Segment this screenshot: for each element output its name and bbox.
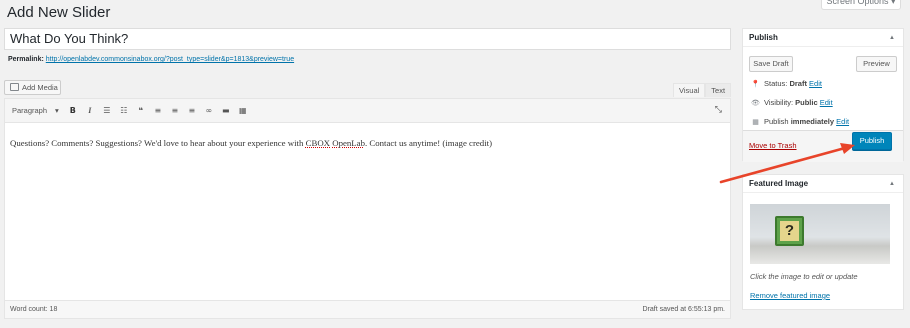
schedule-row: ▦ Publish immediately Edit (751, 117, 849, 126)
content-spellcheck-word: CBOX (305, 138, 331, 148)
editor-content[interactable]: Questions? Comments? Suggestions? We'd l… (5, 123, 730, 148)
status-value: Draft (789, 79, 807, 88)
content-text: . Contact us anytime! (image credit) (364, 138, 493, 148)
word-count: Word count: 18 (10, 306, 58, 313)
add-media-button[interactable]: Add Media (4, 80, 61, 95)
visibility-row: 👁 Visibility: Public Edit (751, 98, 833, 107)
question-cube-image: ? (775, 216, 804, 246)
align-right-icon[interactable]: ≡ (186, 105, 198, 117)
align-center-icon[interactable]: ≡ (169, 105, 181, 117)
align-left-icon[interactable]: ≡ (152, 105, 164, 117)
post-title-input[interactable]: What Do You Think? (4, 28, 731, 50)
tab-visual[interactable]: Visual (673, 83, 706, 97)
publish-box-title: Publish (749, 33, 778, 42)
calendar-icon: ▦ (752, 118, 759, 126)
bold-icon[interactable]: B (67, 105, 79, 117)
bullet-list-icon[interactable]: ☰ (101, 105, 113, 117)
editor-toolbar: Paragraph ▾ B I ☰ ☷ ❝ ≡ ≡ ≡ ∞ ▬ ▦ ⤡ (5, 99, 730, 123)
visibility-label: Visibility: (764, 98, 796, 107)
edit-status-link[interactable]: Edit (809, 79, 822, 88)
publish-box: Publish ▲ Save Draft Preview 📍 Status: Dr… (742, 28, 904, 162)
page: Add New Slider Screen Options ▾ What Do … (0, 0, 910, 328)
chevron-down-icon: ▾ (55, 105, 59, 115)
content-text: Questions? Comments? Suggestions? We'd l… (10, 138, 306, 148)
status-row: 📍 Status: Draft Edit (751, 79, 822, 88)
featured-image-title: Featured Image (749, 179, 809, 188)
featured-image-header[interactable]: Featured Image ▲ (743, 175, 903, 193)
editor-statusbar: Word count: 18 Draft saved at 6:55:13 pm… (5, 300, 730, 318)
editor-tabs: Visual Text (673, 83, 732, 97)
schedule-label: Publish (764, 117, 791, 126)
edit-schedule-link[interactable]: Edit (836, 117, 849, 126)
eye-icon: 👁 (751, 99, 760, 107)
numbered-list-icon[interactable]: ☷ (118, 105, 130, 117)
publish-box-header[interactable]: Publish ▲ (743, 29, 903, 47)
pin-icon: 📍 (751, 80, 760, 88)
read-more-icon[interactable]: ▬ (220, 105, 232, 117)
link-icon[interactable]: ∞ (203, 105, 215, 117)
format-select[interactable]: Paragraph ▾ (9, 105, 62, 117)
blockquote-icon[interactable]: ❝ (135, 105, 147, 117)
featured-image-thumbnail[interactable]: ? (750, 204, 890, 264)
collapse-toggle-icon[interactable]: ▲ (889, 175, 895, 193)
status-label: Status: (764, 79, 790, 88)
move-to-trash-link[interactable]: Move to Trash (749, 141, 797, 150)
collapse-toggle-icon[interactable]: ▲ (889, 29, 895, 47)
add-media-label: Add Media (22, 83, 58, 92)
featured-image-box: Featured Image ▲ ? Click the image to edi… (742, 174, 904, 310)
edit-visibility-link[interactable]: Edit (820, 98, 833, 107)
media-icon (10, 83, 19, 92)
content-editor: Paragraph ▾ B I ☰ ☷ ❝ ≡ ≡ ≡ ∞ ▬ ▦ ⤡ Quest… (4, 98, 731, 319)
visibility-value: Public (795, 98, 818, 107)
featured-image-caption: Click the image to edit or update (750, 272, 858, 281)
permalink: Permalink: http://openlabdev.commonsinab… (8, 56, 294, 63)
content-spellcheck-word: OpenLab (332, 138, 365, 148)
screen-options-button[interactable]: Screen Options ▾ (821, 0, 901, 10)
permalink-link[interactable]: http://openlabdev.commonsinabox.org/?pos… (46, 56, 294, 63)
toolbar-toggle-icon[interactable]: ▦ (237, 105, 249, 117)
permalink-label: Permalink: (8, 56, 44, 63)
fullscreen-icon[interactable]: ⤡ (715, 104, 722, 115)
schedule-value: immediately (790, 117, 835, 126)
format-select-value: Paragraph (12, 105, 48, 115)
remove-featured-image-link[interactable]: Remove featured image (750, 291, 830, 300)
draft-saved-status: Draft saved at 6:55:13 pm. (642, 306, 726, 313)
page-title: Add New Slider (7, 4, 111, 21)
tab-text[interactable]: Text (705, 83, 732, 97)
preview-button[interactable]: Preview (856, 56, 897, 72)
italic-icon[interactable]: I (84, 105, 96, 117)
publish-button[interactable]: Publish (852, 132, 892, 150)
save-draft-button[interactable]: Save Draft (749, 56, 793, 72)
